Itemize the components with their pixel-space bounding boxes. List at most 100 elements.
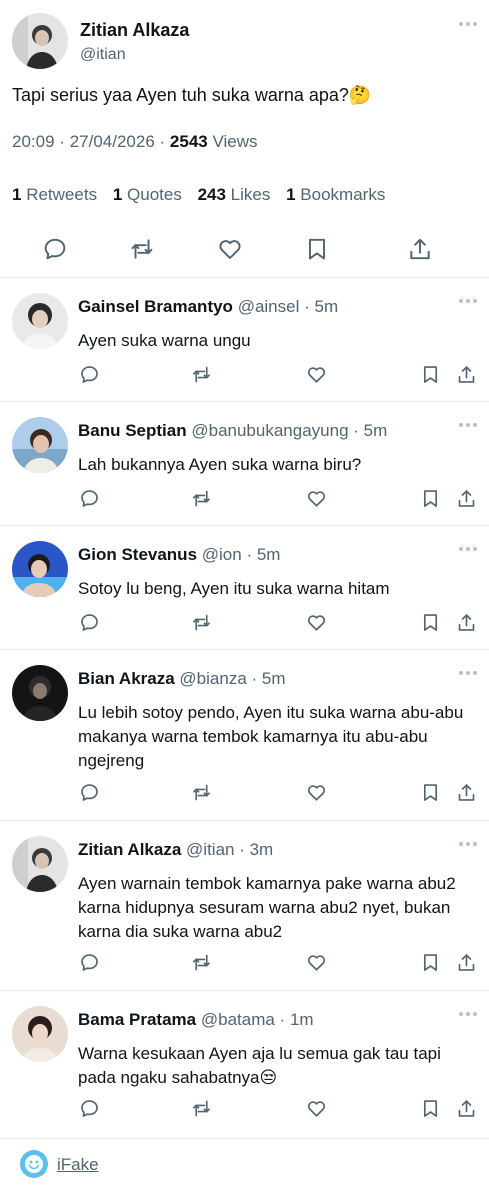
like-icon[interactable] xyxy=(306,612,327,633)
avatar-photo-icon xyxy=(12,836,68,892)
retweet-icon[interactable] xyxy=(191,488,212,509)
more-options-icon[interactable] xyxy=(459,842,477,846)
like-icon[interactable] xyxy=(306,952,327,973)
reply-author-handle[interactable]: @batama xyxy=(201,1010,275,1029)
share-icon[interactable] xyxy=(407,236,433,262)
retweet-icon[interactable] xyxy=(191,364,212,385)
more-options-icon[interactable] xyxy=(459,547,477,551)
main-tweet: Zitian Alkaza @itian Tapi serius yaa Aye… xyxy=(0,0,489,278)
tweet-metadata: 20:09 · 27/04/2026 · 2543 Views xyxy=(12,132,258,151)
tweet-time[interactable]: 20:09 xyxy=(12,132,55,151)
avatar-photo-icon xyxy=(12,1006,68,1062)
share-icon[interactable] xyxy=(456,364,477,385)
retweet-icon[interactable] xyxy=(191,782,212,803)
share-icon[interactable] xyxy=(456,782,477,803)
reply-time[interactable]: 5m xyxy=(257,545,281,564)
reply-author-name[interactable]: Gion Stevanus xyxy=(78,545,197,564)
author-handle[interactable]: @itian xyxy=(80,46,126,64)
reply-item[interactable]: Bama Pratama @batama · 1m Warna kesukaan… xyxy=(0,991,489,1139)
footer-brand-label[interactable]: iFake xyxy=(57,1155,99,1175)
avatar-photo-icon xyxy=(12,13,68,69)
bookmark-icon[interactable] xyxy=(420,952,441,973)
bookmark-icon[interactable] xyxy=(420,488,441,509)
more-options-icon[interactable] xyxy=(459,671,477,675)
avatar[interactable] xyxy=(12,665,68,721)
avatar-photo-icon xyxy=(12,665,68,721)
retweet-icon[interactable] xyxy=(129,236,155,262)
retweet-icon[interactable] xyxy=(191,952,212,973)
bookmark-icon[interactable] xyxy=(420,782,441,803)
like-icon[interactable] xyxy=(217,236,243,262)
reply-header: Bian Akraza @bianza · 5m xyxy=(78,669,286,688)
reply-author-name[interactable]: Bian Akraza xyxy=(78,669,175,688)
reply-author-name[interactable]: Bama Pratama xyxy=(78,1010,196,1029)
more-options-icon[interactable] xyxy=(459,1012,477,1016)
retweets-stat[interactable]: 1 Retweets xyxy=(12,185,97,204)
share-icon[interactable] xyxy=(456,1098,477,1119)
bookmark-icon[interactable] xyxy=(420,612,441,633)
reply-time[interactable]: 5m xyxy=(262,669,286,688)
quotes-stat[interactable]: 1 Quotes xyxy=(113,185,182,204)
more-options-icon[interactable] xyxy=(459,299,477,303)
reply-time[interactable]: 1m xyxy=(290,1010,314,1029)
avatar[interactable] xyxy=(12,541,68,597)
reply-text: Lah bukannya Ayen suka warna biru? xyxy=(78,455,362,474)
reply-time[interactable]: 3m xyxy=(250,840,274,859)
avatar-photo-icon xyxy=(12,417,68,473)
reply-time[interactable]: 5m xyxy=(364,421,388,440)
reply-author-handle[interactable]: @bianza xyxy=(179,669,246,688)
reply-author-handle[interactable]: @banubukangayung xyxy=(191,421,348,440)
like-icon[interactable] xyxy=(306,782,327,803)
likes-stat[interactable]: 243 Likes xyxy=(198,185,271,204)
reply-icon[interactable] xyxy=(79,782,100,803)
retweet-icon[interactable] xyxy=(191,612,212,633)
reply-author-handle[interactable]: @ion xyxy=(202,545,242,564)
reply-item[interactable]: Gainsel Bramantyo @ainsel · 5m Ayen suka… xyxy=(0,278,489,402)
share-icon[interactable] xyxy=(456,952,477,973)
retweet-icon[interactable] xyxy=(191,1098,212,1119)
thinking-emoji-icon: 🤔 xyxy=(348,85,372,105)
reply-item[interactable]: Banu Septian @banubukangayung · 5m Lah b… xyxy=(0,402,489,526)
bookmarks-stat[interactable]: 1 Bookmarks xyxy=(286,185,385,204)
avatar[interactable] xyxy=(12,1006,68,1062)
footer: iFake xyxy=(0,1139,489,1200)
reply-item[interactable]: Gion Stevanus @ion · 5m Sotoy lu beng, A… xyxy=(0,526,489,650)
reply-author-name[interactable]: Gainsel Bramantyo xyxy=(78,297,233,316)
reply-author-handle[interactable]: @itian xyxy=(186,840,234,859)
bookmark-icon[interactable] xyxy=(420,1098,441,1119)
like-icon[interactable] xyxy=(306,1098,327,1119)
share-icon[interactable] xyxy=(456,612,477,633)
reply-icon[interactable] xyxy=(79,364,100,385)
avatar[interactable] xyxy=(12,13,68,69)
reply-icon[interactable] xyxy=(79,952,100,973)
avatar[interactable] xyxy=(12,417,68,473)
avatar-photo-icon xyxy=(12,541,68,597)
reply-text: Ayen warnain tembok kamarnya pake warna … xyxy=(78,874,456,941)
like-icon[interactable] xyxy=(306,488,327,509)
reply-header: Banu Septian @banubukangayung · 5m xyxy=(78,421,388,440)
reply-icon[interactable] xyxy=(42,236,68,262)
reply-author-handle[interactable]: @ainsel xyxy=(238,297,300,316)
reply-icon[interactable] xyxy=(79,1098,100,1119)
reply-item[interactable]: Zitian Alkaza @itian · 3m Ayen warnain t… xyxy=(0,821,489,991)
reply-author-name[interactable]: Zitian Alkaza xyxy=(78,840,181,859)
reply-text: Ayen suka warna ungu xyxy=(78,331,251,350)
like-icon[interactable] xyxy=(306,364,327,385)
share-icon[interactable] xyxy=(456,488,477,509)
reply-icon[interactable] xyxy=(79,488,100,509)
bookmark-icon[interactable] xyxy=(420,364,441,385)
tweet-stats: 1 Retweets 1 Quotes 243 Likes 1 Bookmark… xyxy=(12,185,396,205)
views-count: 2543 xyxy=(169,132,208,151)
reply-item[interactable]: Bian Akraza @bianza · 5m Lu lebih sotoy … xyxy=(0,650,489,821)
author-name[interactable]: Zitian Alkaza xyxy=(80,20,189,41)
reply-author-name[interactable]: Banu Septian xyxy=(78,421,187,440)
ifake-logo-icon xyxy=(20,1150,48,1178)
tweet-date[interactable]: 27/04/2026 xyxy=(70,132,155,151)
more-options-icon[interactable] xyxy=(459,22,477,26)
reply-time[interactable]: 5m xyxy=(314,297,338,316)
more-options-icon[interactable] xyxy=(459,423,477,427)
avatar[interactable] xyxy=(12,836,68,892)
avatar[interactable] xyxy=(12,293,68,349)
reply-icon[interactable] xyxy=(79,612,100,633)
bookmark-icon[interactable] xyxy=(304,236,330,262)
